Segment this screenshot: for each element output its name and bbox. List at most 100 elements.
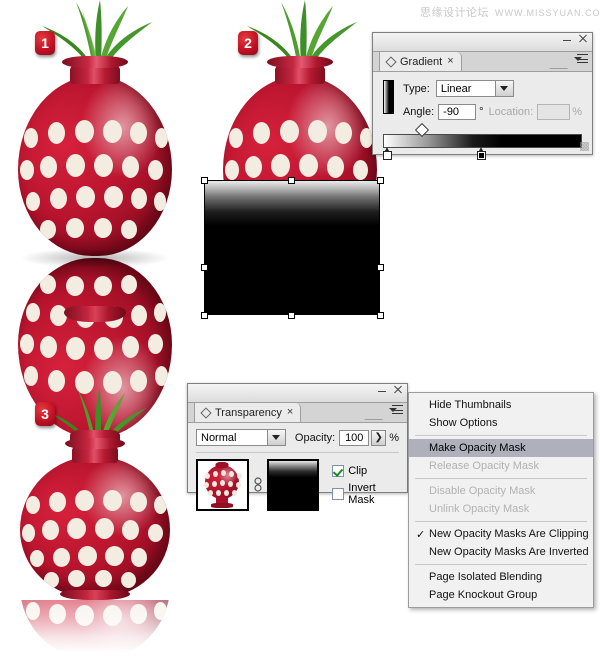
- menu-item-hide-thumbnails[interactable]: Hide Thumbnails: [409, 396, 593, 414]
- gradient-rectangle-object[interactable]: [204, 180, 380, 315]
- menu-item-unlink-opacity-mask: Unlink Opacity Mask: [409, 500, 593, 518]
- link-mask-icon[interactable]: [253, 477, 263, 493]
- tab-gradient[interactable]: Gradient ×: [379, 52, 462, 71]
- menu-item-label: New Opacity Masks Are Clipping: [429, 528, 589, 540]
- step-badge-3: 3: [35, 402, 55, 426]
- opacity-value: 100: [345, 431, 364, 444]
- panel-flyout-menu: Hide Thumbnails Show Options Make Opacit…: [408, 392, 594, 608]
- minimize-icon[interactable]: [562, 34, 572, 44]
- opacity-input[interactable]: 100: [339, 429, 370, 446]
- menu-item-label: Disable Opacity Mask: [429, 485, 536, 497]
- selection-handle-bottom-left[interactable]: [201, 312, 208, 319]
- menu-item-label: Page Isolated Blending: [429, 571, 543, 583]
- tab-close-icon-transparency[interactable]: ×: [287, 407, 293, 418]
- panel-menu-icon[interactable]: [574, 54, 588, 67]
- menu-item-label: Hide Thumbnails: [429, 399, 512, 411]
- menu-item-show-options[interactable]: Show Options: [409, 414, 593, 432]
- gradient-panel-tabrow: Gradient ×: [373, 52, 592, 72]
- panel-menu-icon-transparency[interactable]: [389, 405, 403, 418]
- menu-item-label: Unlink Opacity Mask: [429, 503, 530, 515]
- artwork-step-2: [205, 0, 395, 256]
- selection-handle-middle-left[interactable]: [201, 264, 208, 271]
- invert-mask-checkbox[interactable]: [332, 487, 345, 500]
- opacity-stepper-button[interactable]: ❯: [371, 429, 387, 446]
- gradient-panel-body: Type: Linear Angle: -90 ° Location: %: [373, 72, 592, 160]
- artwork-step-3: [0, 380, 190, 660]
- chevron-down-icon[interactable]: [494, 81, 513, 96]
- gradient-ramp[interactable]: [383, 134, 582, 148]
- gradient-preview-swatch[interactable]: [383, 80, 394, 114]
- clip-checkbox[interactable]: [332, 464, 345, 477]
- panel-grip-icon: [385, 55, 397, 68]
- selection-handle-bottom-center[interactable]: [288, 312, 295, 319]
- object-thumbnail[interactable]: [196, 459, 249, 511]
- watermark-url-text: WWW.MISSYUAN.COM: [495, 8, 600, 18]
- checkmark-icon: ✓: [416, 528, 426, 541]
- menu-item-disable-opacity-mask: Disable Opacity Mask: [409, 482, 593, 500]
- degree-symbol: °: [479, 106, 484, 118]
- angle-input[interactable]: -90: [438, 104, 477, 120]
- blend-mode-value: Normal: [197, 430, 267, 445]
- angle-value: -90: [443, 106, 460, 118]
- vase-foot: [64, 306, 126, 322]
- opacity-mask-thumbnail[interactable]: [266, 459, 320, 511]
- tab-edge-decoration: [549, 54, 577, 69]
- menu-item-page-isolated-blending[interactable]: Page Isolated Blending: [409, 568, 593, 586]
- gradient-stop-end[interactable]: [476, 147, 486, 160]
- panel-grip-icon-transparency: [200, 406, 212, 419]
- stepper-arrow-icon: ❯: [374, 432, 383, 443]
- menu-item-new-opacity-masks-are-inverted[interactable]: New Opacity Masks Are Inverted: [409, 543, 593, 561]
- menu-item-label: Page Knockout Group: [429, 589, 538, 601]
- gradient-type-select[interactable]: Linear: [435, 80, 514, 97]
- menu-item-label: Release Opacity Mask: [429, 460, 540, 472]
- gradient-stop-start[interactable]: [383, 147, 392, 160]
- transparency-panel-body: Normal Opacity: 100 ❯ % Clip Invert Mask: [188, 423, 407, 517]
- transparency-panel-tabrow: Transparency ×: [188, 403, 407, 423]
- vase-dot-pattern: [18, 76, 172, 256]
- menu-item-new-opacity-masks-are-clipping[interactable]: ✓ New Opacity Masks Are Clipping: [409, 525, 593, 543]
- chevron-down-icon-blend[interactable]: [266, 430, 285, 445]
- opacity-label: Opacity:: [294, 431, 336, 444]
- vase-body-upper: [18, 76, 172, 256]
- tab-transparency-label: Transparency: [215, 406, 282, 419]
- location-label: Location:: [488, 106, 534, 118]
- minimize-icon-transparency[interactable]: [377, 385, 387, 395]
- selection-handle-middle-right[interactable]: [377, 264, 384, 271]
- gradient-panel-titlebar: [373, 33, 592, 52]
- menu-separator: [415, 564, 587, 565]
- location-input[interactable]: [537, 104, 571, 120]
- selection-handle-top-right[interactable]: [377, 177, 384, 184]
- watermark-cn-text: 思缘设计论坛: [420, 6, 489, 19]
- contact-shadow: [20, 248, 170, 268]
- close-icon[interactable]: [578, 34, 588, 44]
- step-badge-2: 2: [238, 31, 258, 55]
- artwork-step-1: [0, 0, 190, 448]
- vase-foot-3: [60, 590, 130, 600]
- gradient-panel: Gradient × Type: Linear Angle: -90 ° Loc…: [372, 32, 593, 160]
- menu-item-make-opacity-mask[interactable]: Make Opacity Mask: [409, 439, 593, 457]
- menu-separator: [415, 521, 587, 522]
- transparency-panel: Transparency × Normal Opacity: 100 ❯ % C…: [187, 383, 408, 511]
- selection-handle-top-left[interactable]: [201, 177, 208, 184]
- tab-close-icon[interactable]: ×: [447, 56, 453, 67]
- selection-handle-top-center[interactable]: [288, 177, 295, 184]
- vase-lip-3: [65, 438, 125, 449]
- percent-symbol: %: [572, 106, 582, 118]
- type-label: Type:: [402, 82, 430, 95]
- menu-separator: [415, 478, 587, 479]
- blend-mode-select[interactable]: Normal: [196, 429, 286, 446]
- opacity-percent-symbol: %: [389, 431, 399, 444]
- tab-edge-decoration-transparency: [364, 405, 392, 420]
- vase-reflection-3: [20, 600, 170, 660]
- menu-item-page-knockout-group[interactable]: Page Knockout Group: [409, 586, 593, 604]
- tab-transparency[interactable]: Transparency ×: [194, 403, 302, 422]
- panel-resize-grip[interactable]: [580, 142, 589, 151]
- menu-item-label: Make Opacity Mask: [429, 442, 526, 454]
- screenshot-canvas: 思缘设计论坛 WWW.MISSYUAN.COM 1 2 3 Gradient ×…: [0, 0, 600, 660]
- transparency-panel-titlebar: [188, 384, 407, 403]
- selection-handle-bottom-right[interactable]: [377, 312, 384, 319]
- tab-gradient-label: Gradient: [400, 55, 443, 68]
- menu-item-label: Show Options: [429, 417, 498, 429]
- vase-lip: [62, 56, 128, 68]
- close-icon-transparency[interactable]: [393, 385, 403, 395]
